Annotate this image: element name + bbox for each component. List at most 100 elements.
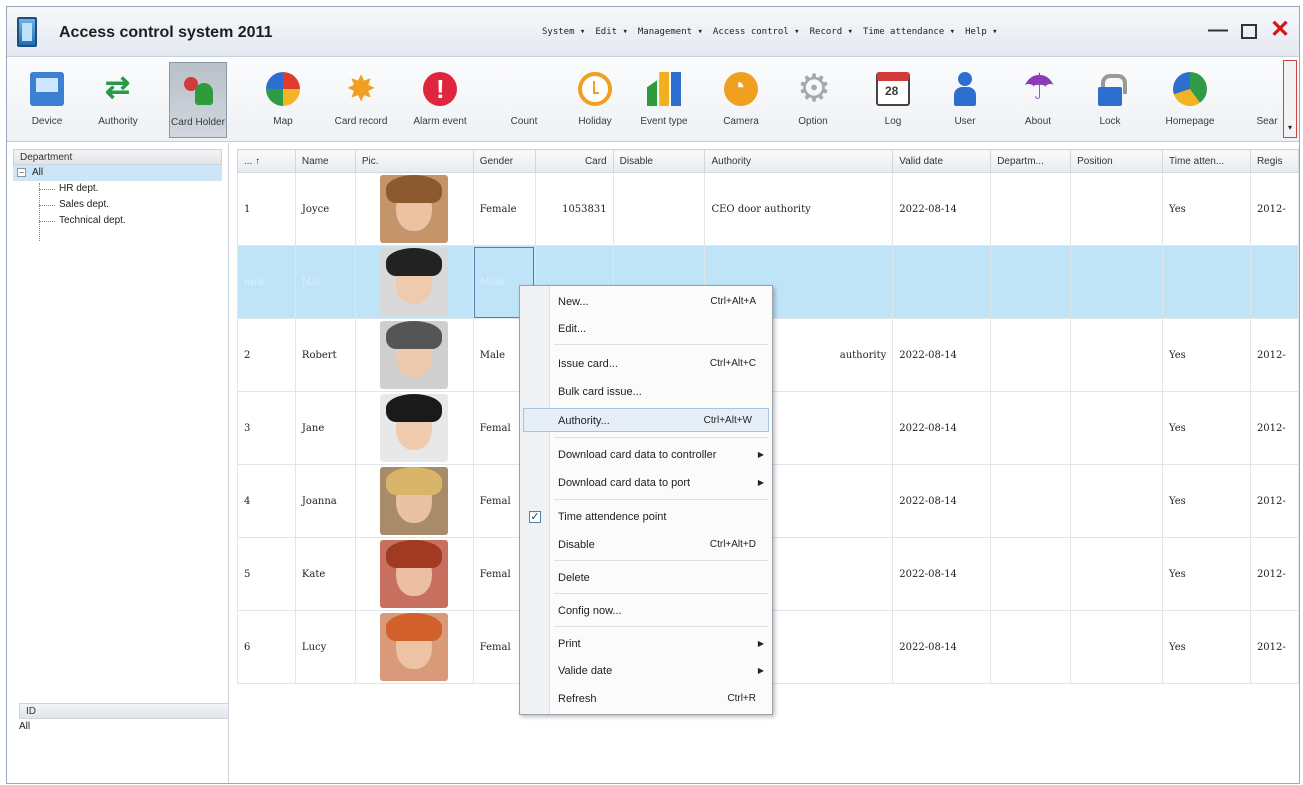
menu-item-download-to-port[interactable]: Download card data to port ▶ <box>520 471 772 495</box>
toolbar-search-button[interactable]: Sear <box>1253 62 1281 138</box>
toolbar-user-button[interactable]: User <box>939 62 991 138</box>
tree-item-technical[interactable]: Technical dept. <box>13 213 222 229</box>
toolbar-lock-button[interactable]: Lock <box>1087 62 1133 138</box>
title-bar: Access control system 2011 System ▾ Edit… <box>7 7 1299 57</box>
column-header-card[interactable]: Card <box>534 149 614 173</box>
toolbar-camera-label: Camera <box>723 116 759 127</box>
menu-system[interactable]: System ▾ <box>542 27 585 37</box>
portrait-photo <box>380 540 449 608</box>
column-header-gender[interactable]: Gender <box>472 149 536 173</box>
column-header-position[interactable]: Position <box>1070 149 1163 173</box>
menu-item-new-label: New... <box>558 296 589 308</box>
toolbar-holiday-button[interactable]: Holiday <box>567 62 623 138</box>
toolbar-card-holder-button[interactable]: Card Holder <box>169 62 227 138</box>
menu-time-attendance[interactable]: Time attendance ▾ <box>863 27 955 37</box>
toolbar-authority-button[interactable]: Authority <box>87 62 149 138</box>
authority-icon <box>101 70 135 106</box>
menu-item-issue-card[interactable]: Issue card... Ctrl+Alt+C <box>520 352 772 376</box>
toolbar-map-button[interactable]: Map <box>263 62 303 138</box>
menu-item-disable[interactable]: Disable Ctrl+Alt+D <box>520 533 772 557</box>
menu-item-delete-label: Delete <box>558 572 590 584</box>
cell-pic <box>354 464 474 538</box>
menu-item-issue-card-shortcut: Ctrl+Alt+C <box>709 358 756 369</box>
menu-separator <box>554 560 768 561</box>
menu-item-download-to-controller[interactable]: Download card data to controller ▶ <box>520 443 772 467</box>
menu-management[interactable]: Management ▾ <box>638 27 703 37</box>
menu-record[interactable]: Record ▾ <box>810 27 853 37</box>
toolbar-homepage-button[interactable]: Homepage <box>1155 62 1225 138</box>
menu-item-authority-shortcut: Ctrl+Alt+W <box>703 415 752 426</box>
table-row[interactable]: 1 Joyce Female 1053831 CEO door authorit… <box>237 172 1299 246</box>
toolbar-option-button[interactable]: Option <box>787 62 839 138</box>
camera-icon <box>724 72 758 106</box>
holiday-icon <box>578 72 612 106</box>
option-icon <box>796 66 831 111</box>
column-header-valid-date[interactable]: Valid date <box>892 149 992 173</box>
toolbar-camera-button[interactable]: Camera <box>713 62 769 138</box>
column-header-time-attendance[interactable]: Time atten... <box>1162 149 1251 173</box>
cell-time-attendance: Yes <box>1162 610 1251 684</box>
id-value[interactable]: All <box>19 721 30 732</box>
column-header-department[interactable]: Departm... <box>990 149 1072 173</box>
count-icon <box>507 72 541 106</box>
menu-item-authority[interactable]: Authority... Ctrl+Alt+W <box>523 408 769 432</box>
toolbar-log-button[interactable]: Log <box>873 62 913 138</box>
toolbar-alarm-event-button[interactable]: Alarm event <box>405 62 475 138</box>
menu-item-delete[interactable]: Delete <box>520 566 772 590</box>
device-icon <box>30 72 64 106</box>
menu-edit[interactable]: Edit ▾ <box>595 27 628 37</box>
menu-help[interactable]: Help ▾ <box>965 27 998 37</box>
submenu-arrow-icon: ▶ <box>757 450 764 459</box>
column-header-authority[interactable]: Authority <box>704 149 894 173</box>
tree-item-hr[interactable]: HR dept. <box>13 181 222 197</box>
cell-regis: 2012- <box>1249 391 1299 465</box>
column-header-pic[interactable]: Pic. <box>354 149 474 173</box>
toolbar-card-holder-label: Card Holder <box>171 117 225 128</box>
menu-item-config-now[interactable]: Config now... <box>520 599 772 623</box>
cell-no: 1 <box>237 172 296 246</box>
menu-item-new[interactable]: New... Ctrl+Alt+A <box>520 290 772 314</box>
menu-item-print[interactable]: Print ▶ <box>520 632 772 656</box>
toolbar-scroll-button[interactable]: ▾ <box>1283 60 1297 138</box>
cell-pic <box>354 391 474 465</box>
column-header-regis[interactable]: Regis <box>1249 149 1299 173</box>
cell-name: Jane <box>294 391 356 465</box>
menu-separator <box>554 344 768 345</box>
column-header-disable[interactable]: Disable <box>612 149 706 173</box>
cell-department <box>990 537 1072 611</box>
column-header-no[interactable]: ... ↑ <box>237 149 296 173</box>
submenu-arrow-icon: ▶ <box>757 666 764 675</box>
cell-pic <box>354 172 474 246</box>
menu-item-download-port-label: Download card data to port <box>558 477 691 489</box>
tree-item-sales[interactable]: Sales dept. <box>13 197 222 213</box>
menu-access-control[interactable]: Access control ▾ <box>713 27 800 37</box>
menu-item-refresh-shortcut: Ctrl+R <box>727 693 756 704</box>
cell-regis: 2012- <box>1249 318 1299 392</box>
app-window: Access control system 2011 System ▾ Edit… <box>6 6 1300 784</box>
department-tree: − All HR dept. Sales dept. Technical dept… <box>13 165 222 241</box>
homepage-icon <box>1173 72 1207 106</box>
column-header-name[interactable]: Name <box>294 149 356 173</box>
tree-item-all[interactable]: − All <box>13 165 222 181</box>
toolbar-about-button[interactable]: About <box>1013 62 1063 138</box>
cell-name: Lucy <box>294 610 356 684</box>
cell-valid-date: 2022-08-14 <box>892 172 992 246</box>
maximize-icon[interactable] <box>1241 23 1257 39</box>
menu-item-refresh[interactable]: Refresh Ctrl+R <box>520 687 772 711</box>
close-icon[interactable]: ✕ <box>1269 18 1291 42</box>
collapse-icon[interactable]: − <box>17 168 26 177</box>
cell-department <box>990 172 1072 246</box>
menu-item-valide-date[interactable]: Valide date ▶ <box>520 659 772 683</box>
toolbar-event-type-button[interactable]: Event type <box>633 62 695 138</box>
cell-department <box>990 318 1072 392</box>
menu-item-refresh-label: Refresh <box>558 693 597 705</box>
minimize-icon[interactable]: — <box>1207 19 1229 41</box>
toolbar-count-button[interactable]: Count <box>499 62 549 138</box>
cell-regis: 2012- <box>1249 172 1299 246</box>
toolbar-card-record-button[interactable]: Card record <box>325 62 397 138</box>
menu-item-bulk-card-issue[interactable]: Bulk card issue... <box>520 380 772 404</box>
menu-item-edit[interactable]: Edit... <box>520 317 772 341</box>
window-controls: — ✕ <box>1207 18 1291 42</box>
toolbar-device-button[interactable]: Device <box>23 62 71 138</box>
menu-item-time-attendance-point[interactable]: ✓ Time attendence point <box>520 505 772 529</box>
